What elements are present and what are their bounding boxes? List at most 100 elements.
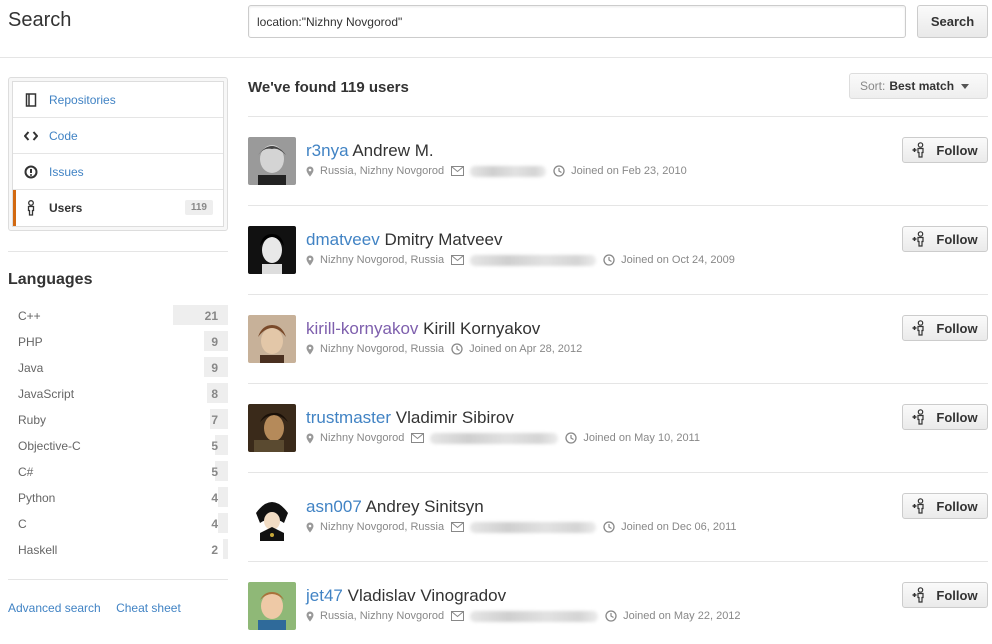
follow-button[interactable]: Follow (902, 404, 988, 430)
user-login-link[interactable]: kirill-kornyakov (306, 319, 418, 338)
follow-button[interactable]: Follow (902, 493, 988, 519)
user-meta: Nizhny Novgorod Joined on May 10, 2011 (306, 432, 707, 444)
language-count: 9 (211, 335, 218, 349)
user-login-link[interactable]: dmatveev (306, 230, 380, 249)
language-bar (218, 487, 228, 507)
language-item[interactable]: PHP 9 (8, 329, 228, 355)
language-item[interactable]: JavaScript 8 (8, 381, 228, 407)
redacted-email (430, 432, 559, 444)
redacted-email (470, 254, 597, 266)
location-pin-icon (306, 522, 317, 533)
user-name-line: r3nya Andrew M. (306, 141, 434, 161)
email[interactable] (451, 165, 547, 177)
language-item[interactable]: Java 9 (8, 355, 228, 381)
user-full-name: Vladislav Vinogradov (347, 586, 507, 605)
search-input[interactable] (248, 5, 906, 38)
user-login-link[interactable]: r3nya (306, 141, 349, 160)
user-name-line: trustmaster Vladimir Sibirov (306, 408, 514, 428)
language-item[interactable]: C++ 21 (8, 303, 228, 329)
joined-date: Joined on May 10, 2011 (565, 432, 700, 444)
language-name: PHP (18, 335, 43, 349)
user-login-link[interactable]: asn007 (306, 497, 362, 516)
follow-button[interactable]: Follow (902, 137, 988, 163)
filter-label: Code (49, 128, 78, 143)
language-name: JavaScript (18, 387, 75, 401)
sidebar: Repositories Code Issues Users 119 Langu… (8, 77, 228, 615)
divider (8, 251, 228, 252)
location: Nizhny Novgorod (306, 432, 404, 444)
user-result-row: jet47 Vladislav Vinogradov Russia, Nizhny… (248, 562, 988, 644)
joined-date: Joined on Apr 28, 2012 (451, 343, 582, 355)
language-item[interactable]: C# 5 (8, 459, 228, 485)
user-result-row: trustmaster Vladimir Sibirov Nizhny Novgo… (248, 384, 988, 473)
user-meta: Nizhny Novgorod, Russia Joined on Dec 06,… (306, 521, 744, 533)
filter-box: Repositories Code Issues Users 119 (8, 77, 228, 231)
avatar[interactable] (248, 404, 296, 452)
language-item[interactable]: Python 4 (8, 485, 228, 511)
caret-down-icon (961, 83, 970, 89)
language-bar (173, 305, 228, 325)
clock-icon (605, 610, 620, 622)
joined-text: Joined on May 10, 2011 (583, 432, 700, 444)
location-text: Nizhny Novgorod, Russia (320, 343, 445, 355)
filter-label: Users (49, 201, 83, 215)
filter-code[interactable]: Code (13, 118, 223, 154)
language-item[interactable]: C4 (8, 511, 228, 537)
follow-button[interactable]: Follow (902, 582, 988, 608)
search-button[interactable]: Search (917, 5, 988, 38)
avatar[interactable] (248, 493, 296, 541)
location-text: Nizhny Novgorod (320, 432, 405, 444)
user-meta: Nizhny Novgorod, Russia Joined on Oct 24,… (306, 254, 742, 266)
follow-icon (912, 142, 931, 158)
avatar[interactable] (248, 226, 296, 274)
language-item[interactable]: Ruby 7 (8, 407, 228, 433)
clock-icon (603, 254, 618, 266)
email[interactable] (451, 610, 599, 622)
email[interactable] (411, 432, 559, 444)
follow-label: Follow (936, 498, 978, 514)
avatar[interactable] (248, 315, 296, 363)
filter-repositories[interactable]: Repositories (13, 82, 223, 118)
user-meta: Russia, Nizhny Novgorod Joined on May 22,… (306, 610, 748, 622)
follow-icon (912, 320, 931, 336)
avatar[interactable] (248, 582, 296, 630)
user-name-line: dmatveev Dmitry Matveev (306, 230, 503, 250)
location: Nizhny Novgorod, Russia (306, 254, 444, 266)
user-result-row: kirill-kornyakov Kirill Kornyakov Nizhny … (248, 295, 988, 384)
user-meta: Russia, Nizhny Novgorod Joined on Feb 23,… (306, 165, 694, 177)
user-login-link[interactable]: jet47 (306, 586, 343, 605)
language-name: Java (18, 361, 44, 375)
language-count: 8 (211, 387, 218, 401)
language-item[interactable]: Haskell 2 (8, 537, 228, 563)
location-text: Russia, Nizhny Novgorod (320, 165, 445, 177)
avatar[interactable] (248, 137, 296, 185)
language-item[interactable]: Objective-C 5 (8, 433, 228, 459)
user-name-line: asn007 Andrey Sinitsyn (306, 497, 484, 517)
follow-button[interactable]: Follow (902, 315, 988, 341)
user-name-line: jet47 Vladislav Vinogradov (306, 586, 506, 606)
language-count: 4 (211, 491, 218, 505)
page-title: Search (8, 9, 72, 31)
joined-text: Joined on Dec 06, 2011 (621, 521, 737, 533)
language-list: C++ 21 PHP 9 Java 9 JavaScript 8 Ruby 7 Objective-… (8, 303, 228, 563)
follow-label: Follow (936, 587, 978, 603)
issue-icon (23, 164, 39, 180)
language-count: 5 (211, 439, 218, 453)
filter-issues[interactable]: Issues (13, 154, 223, 190)
advanced-search-link[interactable]: Advanced search (8, 601, 101, 615)
email[interactable] (451, 254, 597, 266)
filter-users[interactable]: Users 119 (13, 190, 223, 226)
email[interactable] (451, 521, 597, 533)
user-login-link[interactable]: trustmaster (306, 408, 391, 427)
mail-icon (411, 433, 427, 443)
follow-label: Follow (936, 142, 978, 158)
sidebar-links: Advanced search Cheat sheet (8, 601, 228, 615)
language-count: 21 (204, 309, 218, 323)
joined-date: Joined on Dec 06, 2011 (603, 521, 737, 533)
language-count: 9 (211, 361, 218, 375)
languages-heading: Languages (8, 271, 93, 288)
location-text: Nizhny Novgorod, Russia (320, 254, 445, 266)
sort-dropdown[interactable]: Sort: Best match (849, 73, 988, 99)
follow-button[interactable]: Follow (902, 226, 988, 252)
cheat-sheet-link[interactable]: Cheat sheet (116, 601, 181, 615)
